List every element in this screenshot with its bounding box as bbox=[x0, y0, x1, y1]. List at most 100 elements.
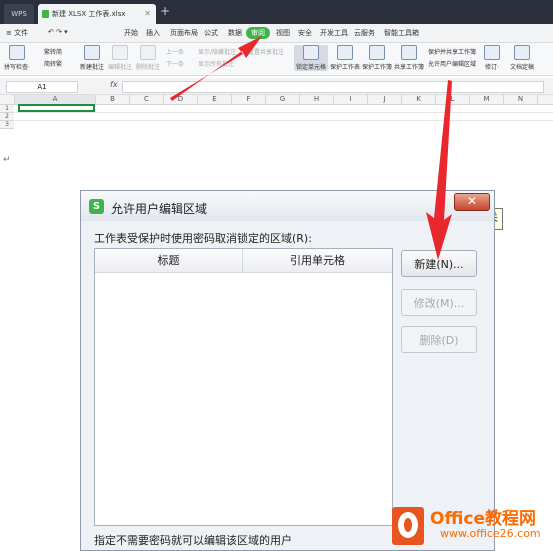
spell-check-icon bbox=[8, 45, 25, 60]
selected-cell-a1[interactable] bbox=[18, 104, 95, 112]
share-book-button[interactable]: 共享工作簿 bbox=[394, 45, 424, 71]
lock-cell-icon bbox=[303, 45, 319, 60]
protect-sheet-label: 保护工作表 bbox=[330, 64, 361, 71]
simp-to-trad-button[interactable]: 简转繁 bbox=[44, 59, 62, 68]
modify-range-button[interactable]: 修改(M)... bbox=[401, 289, 477, 316]
menu-formulas[interactable]: 公式 bbox=[204, 28, 218, 38]
spell-check-label: 拼写检查· bbox=[4, 64, 30, 71]
prev-comment-button[interactable]: 上一条 bbox=[166, 47, 184, 56]
column-header-n[interactable]: N bbox=[504, 95, 538, 104]
menu-smart-tools[interactable]: 智能工具箱 bbox=[384, 28, 419, 38]
reset-shared-comments-button[interactable]: 重置共享批注 bbox=[248, 47, 284, 56]
trad-to-simp-button[interactable]: 繁转简 bbox=[44, 47, 62, 56]
revise-button[interactable]: 修订· bbox=[484, 45, 500, 71]
grid-line bbox=[15, 112, 553, 113]
allow-edit-ranges-dialog: S 允许用户编辑区域 ✕ 工作表受保护时使用密码取消锁定的区域(R): 标题 引… bbox=[80, 190, 495, 551]
wps-sheet-logo-icon: S bbox=[89, 199, 104, 214]
column-header-k[interactable]: K bbox=[402, 95, 436, 104]
title-bar: WPS 新建 XLSX 工作表.xlsx ✕ + bbox=[0, 0, 553, 24]
dialog-title: 允许用户编辑区域 bbox=[111, 202, 208, 216]
doc-finalize-label: 文档定稿 bbox=[510, 64, 535, 71]
protect-book-button[interactable]: 保护工作簿 bbox=[362, 45, 392, 71]
edit-comment-icon bbox=[112, 45, 128, 60]
menu-home[interactable]: 开始 bbox=[124, 28, 138, 38]
column-ref-header[interactable]: 引用单元格 bbox=[243, 249, 392, 272]
office-logo-hole bbox=[404, 518, 412, 532]
protect-and-share-button[interactable]: 保护并共享工作簿 bbox=[428, 47, 476, 56]
menu-page-layout[interactable]: 页面布局 bbox=[170, 28, 198, 38]
sheet-file-icon bbox=[42, 10, 49, 18]
tab-wps-label: WPS bbox=[11, 10, 27, 18]
edit-comment-button[interactable]: 编辑批注 bbox=[108, 45, 132, 71]
name-box[interactable]: A1 bbox=[6, 81, 78, 93]
select-all-corner[interactable] bbox=[0, 95, 15, 104]
ranges-list[interactable]: 标题 引用单元格 bbox=[94, 248, 393, 526]
delete-comment-icon bbox=[140, 45, 156, 60]
paragraph-mark-icon: ↵ bbox=[3, 155, 11, 165]
ranges-list-header: 标题 引用单元格 bbox=[95, 249, 392, 273]
column-header-a[interactable]: A bbox=[15, 95, 96, 104]
menu-file[interactable]: ≡ 文件 bbox=[6, 28, 28, 38]
tab-document[interactable]: 新建 XLSX 工作表.xlsx ✕ bbox=[38, 4, 156, 24]
allow-edit-ranges-button[interactable]: 允许用户编辑区域 bbox=[428, 59, 476, 68]
formula-input[interactable] bbox=[122, 81, 544, 93]
protect-sheet-icon bbox=[337, 45, 353, 60]
edit-comment-label: 编辑批注 bbox=[108, 64, 133, 71]
column-header-h[interactable]: H bbox=[300, 95, 334, 104]
spell-check-button[interactable]: 拼写检查· bbox=[4, 45, 30, 71]
new-tab-button[interactable]: + bbox=[160, 4, 170, 18]
new-range-button[interactable]: 新建(N)... bbox=[401, 250, 477, 277]
column-header-c[interactable]: C bbox=[130, 95, 164, 104]
menu-view[interactable]: 视图 bbox=[276, 28, 290, 38]
menu-review[interactable]: 审阅 bbox=[246, 27, 270, 39]
protect-book-icon bbox=[369, 45, 385, 60]
column-header-j[interactable]: J bbox=[368, 95, 402, 104]
tab-wps-home[interactable]: WPS bbox=[4, 4, 34, 24]
row-header-2[interactable]: 2 bbox=[0, 113, 14, 121]
column-header-d[interactable]: D bbox=[164, 95, 198, 104]
menu-security[interactable]: 安全 bbox=[298, 28, 312, 38]
column-title-header[interactable]: 标题 bbox=[95, 249, 243, 272]
delete-comment-label: 删除批注 bbox=[136, 64, 161, 71]
watermark-url: www.office26.com bbox=[440, 527, 541, 540]
column-header-g[interactable]: G bbox=[266, 95, 300, 104]
row-header-3[interactable]: 3 bbox=[0, 121, 14, 129]
column-header-l[interactable]: L bbox=[436, 95, 470, 104]
column-header-b[interactable]: B bbox=[96, 95, 130, 104]
tab-document-label: 新建 XLSX 工作表.xlsx bbox=[52, 10, 126, 18]
column-header-f[interactable]: F bbox=[232, 95, 266, 104]
row-header-1[interactable]: 1 bbox=[0, 105, 14, 113]
doc-finalize-icon bbox=[514, 45, 530, 60]
protect-sheet-button[interactable]: 保护工作表 bbox=[330, 45, 360, 71]
permissions-hint: 指定不需要密码就可以编辑该区域的用户 bbox=[94, 534, 292, 547]
menu-data[interactable]: 数据 bbox=[228, 28, 242, 38]
close-tab-icon[interactable]: ✕ bbox=[144, 9, 151, 18]
menu-bar: ≡ 文件 ↶ ↷ ▾ 开始 插入 页面布局 公式 数据 审阅 视图 安全 开发工… bbox=[0, 24, 553, 43]
column-header-e[interactable]: E bbox=[198, 95, 232, 104]
show-all-comments-button[interactable]: 显示所有批注 bbox=[198, 59, 234, 68]
next-comment-button[interactable]: 下一条 bbox=[166, 59, 184, 68]
menu-developer[interactable]: 开发工具 bbox=[320, 28, 348, 38]
fx-icon[interactable]: fx bbox=[110, 80, 118, 89]
column-header-m[interactable]: M bbox=[470, 95, 504, 104]
dialog-title-bar[interactable]: S 允许用户编辑区域 ✕ bbox=[81, 191, 494, 221]
watermark-title: Office教程网 bbox=[430, 509, 537, 529]
delete-comment-button[interactable]: 删除批注 bbox=[136, 45, 160, 71]
show-hide-comments-button[interactable]: 显示/隐藏批注 bbox=[198, 47, 236, 56]
new-comment-button[interactable]: 新建批注 bbox=[80, 45, 104, 71]
menu-cloud[interactable]: 云服务 bbox=[354, 28, 375, 38]
doc-finalize-button[interactable]: 文档定稿 bbox=[510, 45, 534, 71]
lock-cell-button[interactable]: 锁定单元格 bbox=[294, 45, 329, 71]
menu-insert[interactable]: 插入 bbox=[146, 28, 160, 38]
share-book-icon bbox=[401, 45, 417, 60]
new-comment-label: 新建批注 bbox=[80, 64, 105, 71]
grid-line bbox=[15, 120, 553, 121]
share-book-label: 共享工作簿 bbox=[394, 64, 425, 71]
delete-range-button[interactable]: 删除(D) bbox=[401, 326, 477, 353]
column-header-i[interactable]: I bbox=[334, 95, 368, 104]
lock-cell-label: 锁定单元格 bbox=[296, 64, 327, 71]
dialog-close-button[interactable]: ✕ bbox=[454, 193, 490, 211]
protect-book-label: 保护工作簿 bbox=[362, 64, 393, 71]
ribbon-review: 拼写检查· 繁转简 简转繁 新建批注 编辑批注 删除批注 上一条 下一条 显示/… bbox=[0, 43, 553, 76]
menu-undo-icon[interactable]: ↶ ↷ ▾ bbox=[48, 28, 68, 36]
